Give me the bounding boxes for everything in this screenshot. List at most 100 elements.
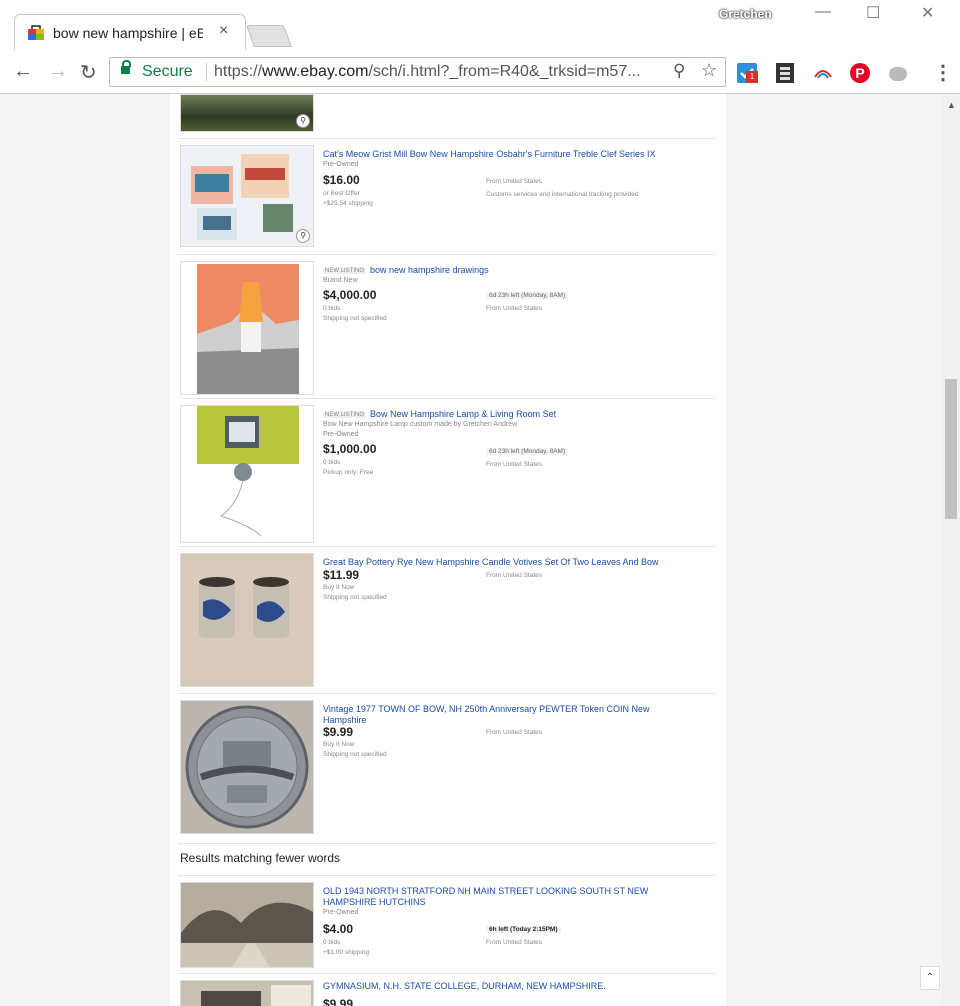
listing-price: $1,000.00 — [323, 442, 377, 456]
omnibox-divider — [206, 63, 207, 81]
listing-location: From United States — [486, 178, 542, 185]
lock-icon — [121, 60, 131, 74]
address-bar[interactable]: Secure https://www.ebay.com/sch/i.html?_… — [109, 57, 726, 87]
listing-title[interactable]: OLD 1943 NORTH STRATFORD NH MAIN STREET … — [323, 886, 683, 908]
listing-price: $11.99 — [323, 568, 360, 582]
url-scheme: https:// — [214, 63, 263, 80]
url-host: www.ebay.com — [262, 63, 369, 80]
listing-title[interactable]: NEW LISTING Bow New Hampshire Lamp & Livi… — [323, 409, 683, 421]
page-viewport: ⚲ ⚲ Cat's Meow Grist Mill Bow New Hampsh… — [0, 94, 942, 1006]
arc-extension-icon[interactable] — [813, 63, 833, 83]
listing-image[interactable] — [180, 700, 314, 834]
scroll-up-icon[interactable]: ▲ — [947, 100, 956, 110]
listing-detail: or Best Offer — [323, 190, 360, 197]
listing-title[interactable]: Vintage 1977 TOWN OF BOW, NH 250th Anniv… — [323, 704, 683, 726]
listing-title-text: Bow New Hampshire Lamp & Living Room Set — [370, 409, 557, 419]
list-item: GYMNASIUM, N.H. STATE COLLEGE, DURHAM, N… — [178, 975, 716, 1006]
pinterest-icon[interactable]: P — [850, 63, 870, 83]
listing-detail: 0 bids — [323, 939, 341, 946]
listing-condition: Pre-Owned — [323, 161, 359, 168]
search-results: ⚲ ⚲ Cat's Meow Grist Mill Bow New Hampsh… — [170, 94, 726, 1006]
listing-title[interactable]: Great Bay Pottery Rye New Hampshire Cand… — [323, 557, 683, 568]
candle-votives-image — [199, 577, 289, 638]
listing-title[interactable]: Cat's Meow Grist Mill Bow New Hampshire … — [323, 149, 683, 160]
scroll-thumb[interactable] — [945, 379, 957, 519]
listing-title-text: bow new hampshire drawings — [370, 265, 489, 275]
listing-image[interactable] — [180, 882, 314, 968]
fewer-words-heading: Results matching fewer words — [180, 851, 341, 865]
lamp-drawing-image — [197, 264, 299, 394]
pewter-coin-image — [185, 705, 309, 829]
listing-price: $4,000.00 — [323, 288, 377, 302]
listing-detail: Shipping not specified — [323, 751, 387, 758]
list-item: ⚲ Cat's Meow Grist Mill Bow New Hampshir… — [178, 140, 716, 255]
secure-label: Secure — [142, 63, 193, 80]
listing-detail: Pickup only: Free — [323, 469, 374, 476]
listing-detail: Buy It Now — [323, 584, 355, 591]
list-item: NEW LISTING Bow New Hampshire Lamp & Livi… — [178, 400, 716, 547]
vertical-scrollbar[interactable]: ▲ — [942, 94, 960, 1006]
tab-title: bow new hampshire | eB — [53, 25, 203, 41]
listing-price: $16.00 — [323, 173, 360, 187]
listing-image[interactable] — [180, 261, 314, 395]
back-icon[interactable]: ← — [13, 60, 33, 83]
listing-condition: Brand New — [323, 277, 358, 284]
listing-location: From United States — [486, 939, 542, 946]
listing-image[interactable] — [180, 980, 314, 1006]
listing-location: From United States — [486, 729, 542, 736]
lamp-image — [197, 406, 299, 542]
task-extension-icon[interactable]: 1 — [737, 63, 758, 83]
list-item: Great Bay Pottery Rye New Hampshire Cand… — [178, 548, 716, 694]
back-to-top-button[interactable]: ⌃ — [920, 966, 940, 990]
new-listing-badge: NEW LISTING — [323, 268, 367, 274]
listing-location: From United States — [486, 305, 542, 312]
listing-location: From United States — [486, 572, 542, 579]
zoom-icon[interactable]: ⚲ — [673, 61, 685, 81]
list-item: Vintage 1977 TOWN OF BOW, NH 250th Anniv… — [178, 695, 716, 844]
listing-condition: Pre-Owned — [323, 909, 359, 916]
magnify-icon[interactable]: ⚲ — [296, 229, 310, 243]
postcard-image — [201, 985, 311, 1006]
new-listing-badge: NEW LISTING — [323, 412, 367, 418]
time-left: 6d 23h left (Monday, 8AM) — [486, 448, 569, 455]
extension-badge: 1 — [746, 71, 758, 83]
listing-location: From United States — [486, 461, 542, 468]
listing-detail: 0 bids — [323, 459, 341, 466]
list-item-partial[interactable]: ⚲ — [178, 94, 716, 139]
listing-title[interactable]: NEW LISTING bow new hampshire drawings — [323, 265, 683, 277]
listing-subtitle: Bow New Hampshire Lamp custom made by Gr… — [323, 421, 518, 428]
ebay-bag-icon — [28, 25, 44, 40]
section-divider — [178, 875, 716, 876]
grist-mill-image — [191, 154, 293, 240]
close-window-icon[interactable]: ✕ — [921, 3, 934, 23]
time-left: 6d 23h left (Monday, 8AM) — [486, 292, 569, 299]
new-tab-button[interactable] — [245, 25, 293, 47]
close-tab-icon[interactable]: × — [219, 22, 228, 40]
listing-title[interactable]: GYMNASIUM, N.H. STATE COLLEGE, DURHAM, N… — [323, 981, 683, 992]
star-icon[interactable]: ☆ — [701, 60, 717, 81]
profile-button[interactable]: Gretchen — [719, 7, 772, 21]
listing-condition: Pre-Owned — [323, 431, 359, 438]
browser-tab[interactable]: bow new hampshire | eB × — [14, 14, 246, 50]
browser-toolbar: ← → ↻ Secure https://www.ebay.com/sch/i.… — [0, 50, 960, 94]
forward-icon[interactable]: → — [48, 60, 68, 83]
list-item: NEW LISTING bow new hampshire drawings Br… — [178, 256, 716, 399]
listing-image[interactable] — [180, 405, 314, 543]
listing-image[interactable]: ⚲ — [180, 94, 314, 132]
minimize-icon[interactable]: — — [815, 3, 831, 21]
cloud-extension-icon[interactable] — [889, 67, 907, 81]
reload-icon[interactable]: ↻ — [80, 60, 97, 85]
title-bar: bow new hampshire | eB × Gretchen — ☐ ✕ — [0, 0, 960, 50]
maximize-icon[interactable]: ☐ — [866, 3, 880, 23]
listing-detail: +$25.54 shipping — [323, 200, 373, 207]
url-text[interactable]: https://www.ebay.com/sch/i.html?_from=R4… — [214, 63, 664, 81]
listing-image[interactable]: ⚲ — [180, 145, 314, 247]
listing-price: $9.99 — [323, 997, 354, 1006]
listing-detail: +$1.00 shipping — [323, 949, 370, 956]
menu-icon[interactable]: ⋮ — [933, 60, 953, 85]
film-extension-icon[interactable] — [776, 63, 794, 83]
listing-price: $9.99 — [323, 725, 354, 739]
listing-detail: 0 bids — [323, 305, 341, 312]
listing-image[interactable] — [180, 553, 314, 687]
magnify-icon[interactable]: ⚲ — [296, 114, 310, 128]
